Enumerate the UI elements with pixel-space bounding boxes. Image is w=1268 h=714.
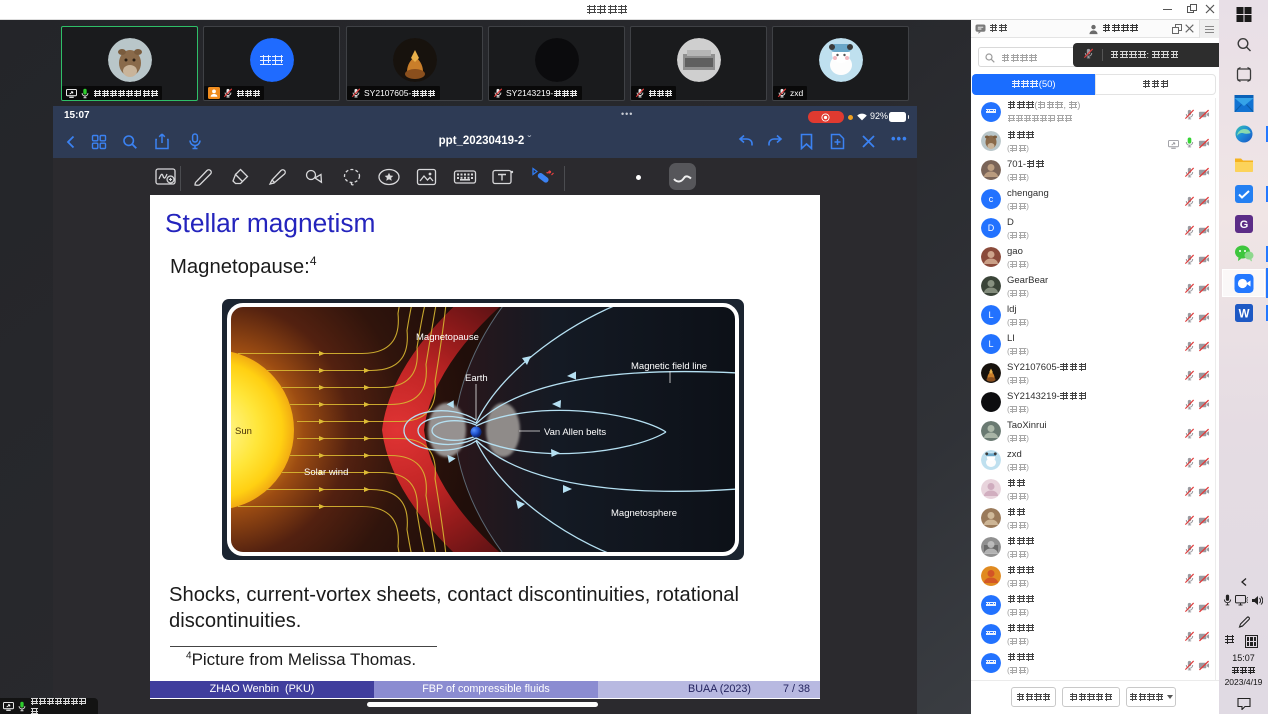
svg-text:Magnetic field line: Magnetic field line [631,361,707,372]
svg-text:Van Allen belts: Van Allen belts [544,427,606,438]
svg-text:Earth: Earth [465,373,488,384]
svg-text:Solar wind: Solar wind [304,467,348,478]
svg-text:Magnetosphere: Magnetosphere [611,508,677,519]
svg-text:Sun: Sun [235,426,252,437]
svg-text:Magnetopause: Magnetopause [416,332,479,343]
svg-text:G: G [1239,219,1248,231]
svg-text:W: W [1238,309,1249,321]
